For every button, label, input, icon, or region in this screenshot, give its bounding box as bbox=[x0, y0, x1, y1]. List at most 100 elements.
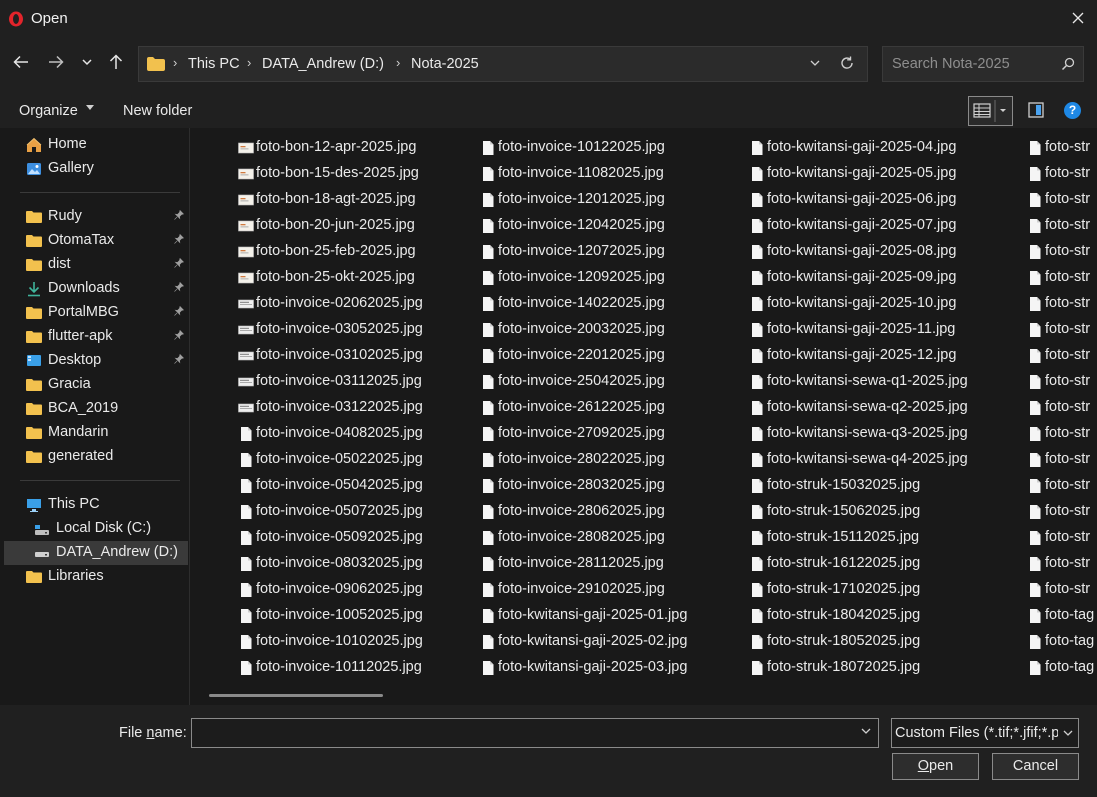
change-view-button[interactable] bbox=[968, 96, 1013, 126]
pin-icon[interactable] bbox=[174, 281, 185, 295]
close-button[interactable] bbox=[1067, 7, 1089, 29]
horizontal-scrollbar[interactable] bbox=[209, 694, 383, 697]
breadcrumb-this-pc[interactable]: This PC bbox=[188, 56, 240, 72]
sidebar-item-otomatax[interactable]: OtomaTax bbox=[4, 229, 188, 253]
file-name: foto-struk-18042025.jpg bbox=[767, 607, 921, 623]
chevron-down-icon bbox=[861, 728, 871, 734]
file-icon bbox=[1030, 349, 1041, 363]
chevron-right-icon: › bbox=[247, 55, 252, 70]
new-folder-button[interactable]: New folder bbox=[123, 103, 192, 119]
sidebar-item-libraries[interactable]: Libraries bbox=[4, 565, 188, 589]
sidebar-item-generated[interactable]: generated bbox=[4, 445, 188, 469]
sidebar-item-rudy[interactable]: Rudy bbox=[4, 205, 188, 229]
back-button[interactable] bbox=[12, 53, 34, 75]
file-name: foto-invoice-29102025.jpg bbox=[498, 581, 665, 597]
sidebar-label: flutter-apk bbox=[48, 328, 113, 344]
sidebar-item-this-pc[interactable]: This PC bbox=[4, 493, 188, 517]
address-bar[interactable]: › This PC › DATA_Andrew (D:) › Nota-2025 bbox=[138, 46, 868, 82]
file-icon bbox=[1030, 271, 1041, 285]
file-name: foto-invoice-10052025.jpg bbox=[256, 607, 423, 623]
file-icon bbox=[241, 583, 252, 597]
sidebar-label: Gallery bbox=[48, 160, 94, 176]
organize-menu[interactable]: Organize bbox=[19, 103, 78, 119]
file-icon bbox=[752, 427, 763, 441]
search-placeholder: Search Nota-2025 bbox=[892, 56, 1010, 72]
sidebar-item-flutter-apk[interactable]: flutter-apk bbox=[4, 325, 188, 349]
arrow-right-icon bbox=[49, 55, 64, 69]
sidebar-item-home[interactable]: Home bbox=[4, 133, 188, 157]
file-icon bbox=[241, 427, 252, 441]
folder-icon bbox=[26, 235, 42, 247]
sidebar-label: OtomaTax bbox=[48, 232, 115, 248]
sidebar-item-portalmbg[interactable]: PortalMBG bbox=[4, 301, 188, 325]
file-name: foto-bon-20-jun-2025.jpg bbox=[256, 217, 415, 233]
image-thumbnail-icon bbox=[238, 299, 254, 309]
file-name: foto-kwitansi-sewa-q1-2025.jpg bbox=[767, 373, 968, 389]
forward-button[interactable] bbox=[47, 53, 69, 75]
pin-icon[interactable] bbox=[174, 233, 185, 247]
sidebar-item-local-disk-c[interactable]: Local Disk (C:) bbox=[4, 517, 188, 541]
up-button[interactable] bbox=[107, 53, 129, 75]
file-icon bbox=[483, 271, 494, 285]
search-box[interactable]: Search Nota-2025 bbox=[882, 46, 1084, 82]
file-icon bbox=[752, 583, 763, 597]
pin-icon[interactable] bbox=[174, 209, 185, 223]
file-name: foto-invoice-03122025.jpg bbox=[256, 399, 423, 415]
file-name: foto-kwitansi-gaji-2025-10.jpg bbox=[767, 295, 957, 311]
file-name-label-text: ame: bbox=[154, 725, 187, 741]
sidebar-label: Rudy bbox=[48, 208, 82, 224]
pin-icon[interactable] bbox=[174, 329, 185, 343]
file-type-dropdown[interactable] bbox=[1058, 719, 1078, 747]
sidebar-item-dist[interactable]: dist bbox=[4, 253, 188, 277]
file-name: foto-invoice-05072025.jpg bbox=[256, 503, 423, 519]
file-name: foto-invoice-10122025.jpg bbox=[498, 139, 665, 155]
pin-icon[interactable] bbox=[174, 353, 185, 367]
sidebar-item-downloads[interactable]: Downloads bbox=[4, 277, 188, 301]
file-icon bbox=[1030, 375, 1041, 389]
sidebar-label: Downloads bbox=[48, 280, 120, 296]
help-icon[interactable]: ? bbox=[1064, 102, 1081, 119]
sidebar-item-desktop[interactable]: Desktop bbox=[4, 349, 188, 373]
file-name: foto-tag bbox=[1045, 659, 1095, 675]
close-icon bbox=[1072, 12, 1084, 24]
file-name-dropdown[interactable] bbox=[860, 725, 872, 741]
image-thumbnail-icon bbox=[238, 168, 254, 180]
refresh-button[interactable] bbox=[839, 55, 855, 76]
file-name: foto-bon-25-feb-2025.jpg bbox=[256, 243, 416, 259]
drive-icon bbox=[35, 552, 49, 557]
file-type-select[interactable]: Custom Files (*.tif;*.jfif;*.p bbox=[891, 718, 1079, 748]
file-name: foto-kwitansi-sewa-q3-2025.jpg bbox=[767, 425, 968, 441]
file-name: foto-str bbox=[1045, 555, 1091, 571]
chevron-down-icon bbox=[82, 59, 92, 66]
open-accesskey: O bbox=[917, 758, 930, 774]
open-button[interactable]: Open bbox=[892, 753, 979, 780]
arrow-left-icon bbox=[13, 55, 28, 69]
address-history-button[interactable] bbox=[809, 57, 821, 73]
recent-locations-button[interactable] bbox=[80, 53, 102, 75]
file-icon bbox=[483, 375, 494, 389]
breadcrumb-data-andrew[interactable]: DATA_Andrew (D:) bbox=[262, 56, 384, 72]
file-name: foto-str bbox=[1045, 243, 1091, 259]
preview-pane-icon[interactable] bbox=[1027, 101, 1045, 119]
file-name: foto-kwitansi-gaji-2025-03.jpg bbox=[498, 659, 688, 675]
image-thumbnail-icon bbox=[238, 377, 254, 387]
file-icon bbox=[752, 349, 763, 363]
file-name: foto-invoice-14022025.jpg bbox=[498, 295, 665, 311]
breadcrumb-nota-2025[interactable]: Nota-2025 bbox=[411, 56, 479, 72]
sidebar-item-mandarin[interactable]: Mandarin bbox=[4, 421, 188, 445]
file-icon bbox=[752, 271, 763, 285]
pin-icon[interactable] bbox=[174, 305, 185, 319]
pin-icon[interactable] bbox=[174, 257, 185, 271]
file-icon bbox=[752, 323, 763, 337]
cancel-button[interactable]: Cancel bbox=[992, 753, 1079, 780]
file-name: foto-invoice-05022025.jpg bbox=[256, 451, 423, 467]
file-name-input[interactable] bbox=[191, 718, 879, 748]
sidebar-item-bca-2019[interactable]: BCA_2019 bbox=[4, 397, 188, 421]
sidebar-item-gallery[interactable]: Gallery bbox=[4, 157, 188, 181]
chevron-right-icon: › bbox=[173, 55, 178, 70]
caret-down-icon bbox=[86, 105, 94, 110]
folder-icon bbox=[26, 571, 42, 583]
sidebar-item-data-andrew-d[interactable]: DATA_Andrew (D:) bbox=[4, 541, 188, 565]
sidebar-item-gracia[interactable]: Gracia bbox=[4, 373, 188, 397]
file-icon bbox=[1030, 609, 1041, 623]
